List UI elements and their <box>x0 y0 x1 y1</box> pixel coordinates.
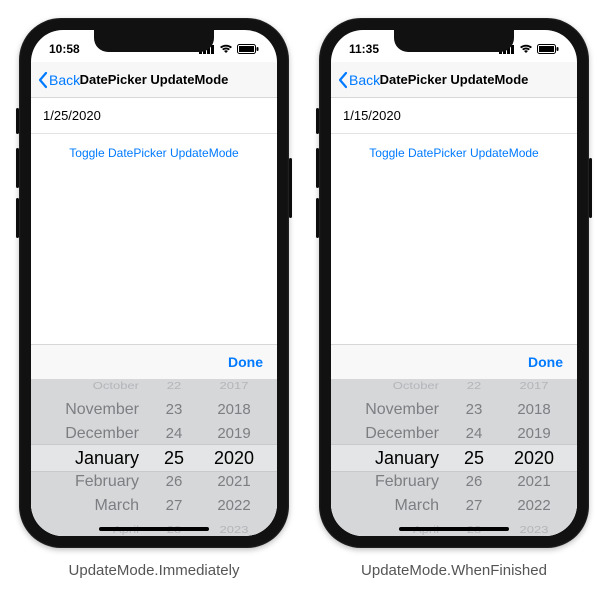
navigation-bar: Back DatePicker UpdateMode <box>31 62 277 98</box>
date-value: 1/15/2020 <box>343 108 401 123</box>
year-wheel[interactable]: 2017 2018 2019 2020 2021 2022 2023 <box>509 380 559 536</box>
volume-down-button <box>316 198 319 238</box>
wifi-icon <box>219 44 233 54</box>
done-button[interactable]: Done <box>228 354 263 370</box>
date-picker[interactable]: October November December January Februa… <box>31 380 277 536</box>
date-display-row[interactable]: 1/25/2020 <box>31 98 277 134</box>
side-button <box>589 158 592 218</box>
toggle-label: Toggle DatePicker UpdateMode <box>369 146 538 160</box>
back-button[interactable]: Back <box>37 71 80 89</box>
mute-switch <box>316 108 319 134</box>
date-picker[interactable]: October November December January Februa… <box>331 380 577 536</box>
chevron-left-icon <box>337 71 349 89</box>
status-time: 11:35 <box>349 42 379 56</box>
input-accessory-bar: Done <box>31 344 277 380</box>
toggle-label: Toggle DatePicker UpdateMode <box>69 146 238 160</box>
done-button[interactable]: Done <box>528 354 563 370</box>
volume-up-button <box>316 148 319 188</box>
phone-frame-left: 10:58 Back DatePicker UpdateMode <box>19 18 289 548</box>
back-label: Back <box>349 72 380 88</box>
date-value: 1/25/2020 <box>43 108 101 123</box>
phone-frame-right: 11:35 Back DatePicker UpdateMode <box>319 18 589 548</box>
battery-icon <box>237 44 259 54</box>
back-label: Back <box>49 72 80 88</box>
input-accessory-bar: Done <box>331 344 577 380</box>
home-indicator <box>399 527 509 531</box>
day-wheel[interactable]: 22 23 24 25 26 27 28 <box>159 380 189 536</box>
status-time: 10:58 <box>49 42 80 56</box>
toggle-update-mode-button[interactable]: Toggle DatePicker UpdateMode <box>31 134 277 172</box>
day-wheel[interactable]: 22 23 24 25 26 27 28 <box>459 380 489 536</box>
month-wheel[interactable]: October November December January Februa… <box>349 380 439 536</box>
caption-left: UpdateMode.Immediately <box>69 562 240 579</box>
volume-up-button <box>16 148 19 188</box>
home-indicator <box>99 527 209 531</box>
navigation-bar: Back DatePicker UpdateMode <box>331 62 577 98</box>
notch <box>94 30 214 52</box>
side-button <box>289 158 292 218</box>
caption-right: UpdateMode.WhenFinished <box>361 562 547 579</box>
wifi-icon <box>519 44 533 54</box>
toggle-update-mode-button[interactable]: Toggle DatePicker UpdateMode <box>331 134 577 172</box>
chevron-left-icon <box>37 71 49 89</box>
back-button[interactable]: Back <box>337 71 380 89</box>
content-spacer <box>31 172 277 344</box>
month-wheel[interactable]: October November December January Februa… <box>49 380 139 536</box>
volume-down-button <box>16 198 19 238</box>
mute-switch <box>16 108 19 134</box>
year-wheel[interactable]: 2017 2018 2019 2020 2021 2022 2023 <box>209 380 259 536</box>
notch <box>394 30 514 52</box>
battery-icon <box>537 44 559 54</box>
date-display-row[interactable]: 1/15/2020 <box>331 98 577 134</box>
content-spacer <box>331 172 577 344</box>
